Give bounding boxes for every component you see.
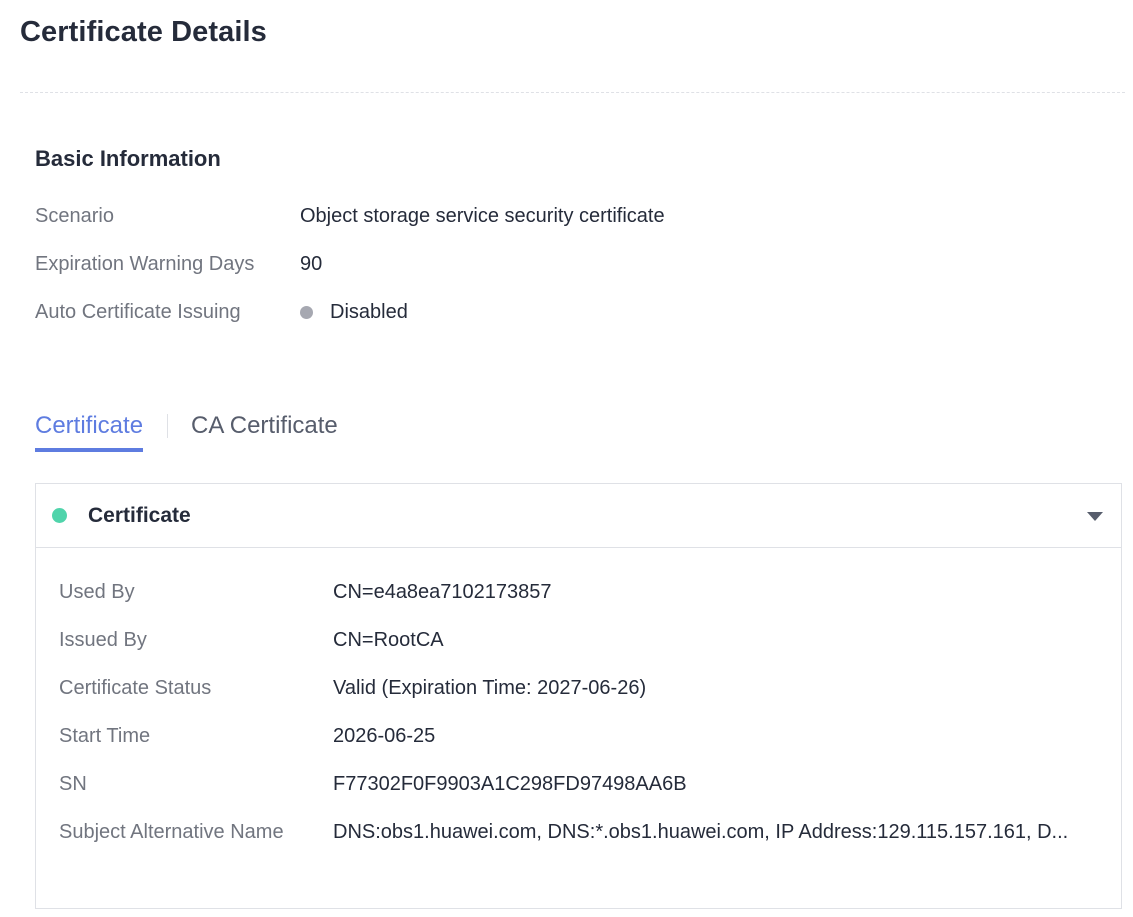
info-value: Disabled <box>300 297 408 327</box>
detail-label: Start Time <box>59 725 151 747</box>
status-dot-icon <box>52 508 67 523</box>
certificate-tabs: Certificate CA Certificate <box>35 408 338 454</box>
card-title: Certificate <box>88 504 191 527</box>
detail-label: Subject Alternative Name <box>59 821 284 843</box>
detail-label: Used By <box>59 581 135 603</box>
detail-value: 2026-06-25 <box>333 725 436 747</box>
section-title: Basic Information <box>35 146 221 171</box>
info-value: 90 <box>300 253 323 275</box>
detail-value: F77302F0F9903A1C298FD97498AA6B <box>333 773 687 795</box>
detail-value: Valid (Expiration Time: 2027-06-26) <box>333 677 647 699</box>
page-title: Certificate Details <box>20 16 267 48</box>
title-divider <box>20 92 1125 93</box>
detail-value: CN=RootCA <box>333 629 444 651</box>
tab-ca-certificate[interactable]: CA Certificate <box>191 408 338 444</box>
tab-certificate[interactable]: Certificate <box>35 408 144 452</box>
info-value: Object storage service security certific… <box>300 205 665 227</box>
detail-value: DNS:obs1.huawei.com, DNS:*.obs1.huawei.c… <box>333 821 1069 843</box>
detail-label: SN <box>59 773 87 795</box>
info-label: Auto Certificate Issuing <box>35 301 241 323</box>
detail-value: CN=e4a8ea7102173857 <box>333 581 552 603</box>
detail-label: Certificate Status <box>59 677 212 699</box>
status-dot-icon <box>300 305 313 319</box>
info-label: Scenario <box>35 205 114 227</box>
tab-separator <box>167 414 169 438</box>
info-label: Expiration Warning Days <box>35 253 255 275</box>
certificate-card: Certificate Used By CN=e4a8ea7102173857 … <box>35 483 1122 909</box>
caret-down-icon[interactable] <box>1087 512 1103 521</box>
detail-label: Issued By <box>59 629 147 651</box>
status-text: Disabled <box>330 301 408 323</box>
certificate-card-header[interactable]: Certificate <box>36 484 1121 548</box>
